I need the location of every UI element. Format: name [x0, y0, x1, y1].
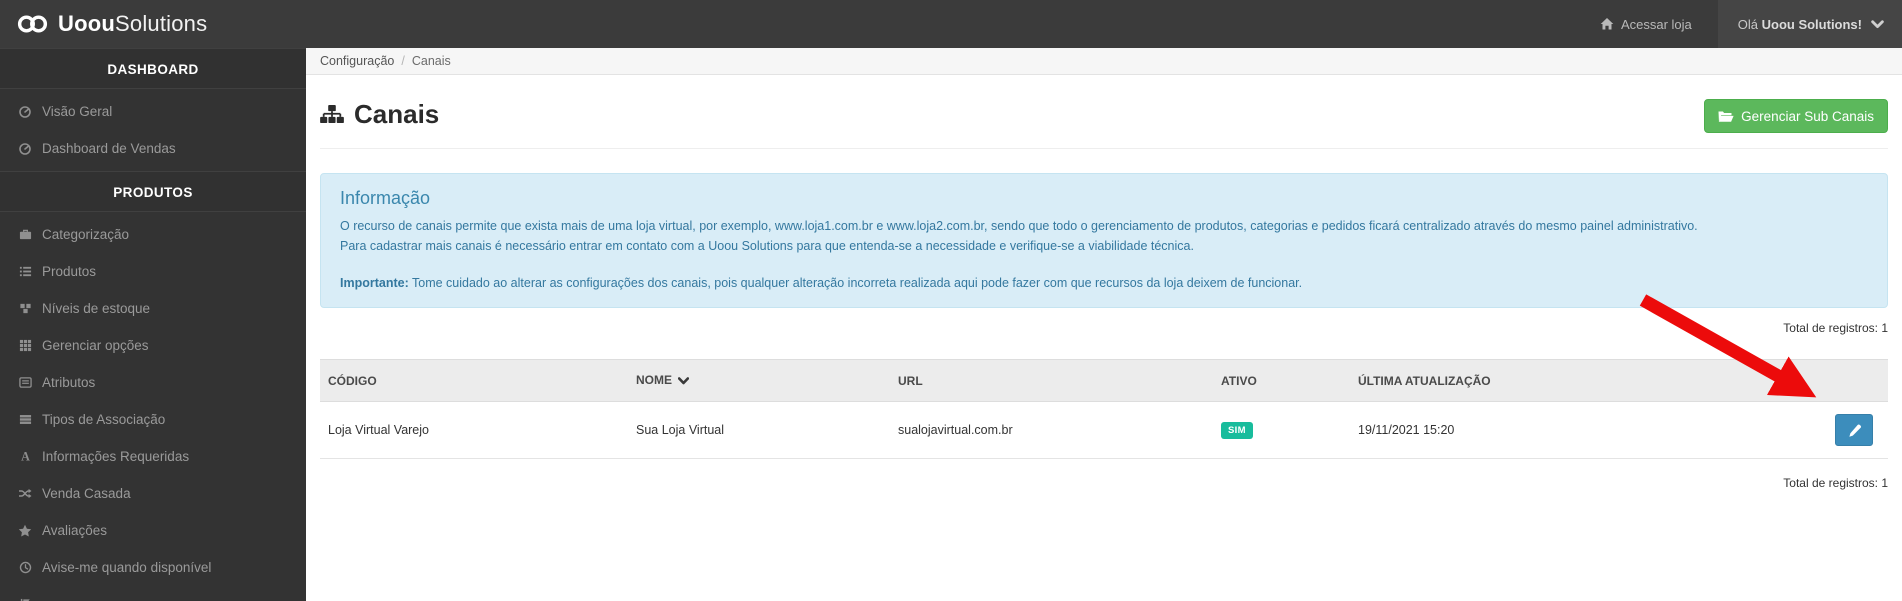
- sidebar-item-cropped[interactable]: [0, 586, 306, 601]
- sidebar-item-venda-casada[interactable]: Venda Casada: [0, 475, 306, 512]
- total-records-bottom: Total de registros: 1: [1783, 476, 1888, 490]
- table-row: Loja Virtual Varejo Sua Loja Virtual sua…: [320, 401, 1888, 459]
- column-header-codigo[interactable]: CÓDIGO: [320, 359, 628, 402]
- sidebar-item-dashboard-de-vendas[interactable]: Dashboard de Vendas: [0, 130, 306, 167]
- sidebar-section-dashboard: DASHBOARD: [0, 48, 306, 89]
- pencil-icon: [1847, 424, 1862, 441]
- sidebar-item-produtos[interactable]: Produtos: [0, 253, 306, 290]
- sidebar-item-informacoes-requeridas[interactable]: A Informações Requeridas: [0, 438, 306, 475]
- page-title: Canais: [320, 99, 439, 130]
- sort-desc-icon: [677, 374, 690, 388]
- access-store-label: Acessar loja: [1620, 16, 1692, 32]
- cubes-icon: [14, 302, 36, 315]
- column-header-ultima-atualizacao[interactable]: ÚLTIMA ATUALIZAÇÃO: [1350, 359, 1820, 402]
- cell-actions: [1820, 401, 1888, 459]
- sidebar-item-label: Atributos: [42, 375, 96, 390]
- sidebar-item-label: Visão Geral: [42, 104, 113, 119]
- folder-open-icon: [1718, 110, 1734, 123]
- sidebar-item-visao-geral[interactable]: Visão Geral: [0, 93, 306, 130]
- sidebar-item-label: Dashboard de Vendas: [42, 141, 176, 156]
- info-important: Importante: Tome cuidado ao alterar as c…: [340, 276, 1303, 290]
- column-header-nome[interactable]: NOME: [628, 359, 890, 402]
- brand-logo[interactable]: UoouSolutions: [0, 11, 207, 37]
- brand-text: UoouSolutions: [58, 11, 208, 36]
- clock-icon: [14, 561, 36, 574]
- sidebar-item-gerenciar-opcoes[interactable]: Gerenciar opções: [0, 327, 306, 364]
- sidebar-item-categorizacao[interactable]: Categorização: [0, 216, 306, 253]
- column-header-ativo[interactable]: ATIVO: [1213, 359, 1350, 402]
- cell-ativo: SIM: [1213, 401, 1350, 459]
- info-line-2: Para cadastrar mais canais é necessário …: [340, 239, 1194, 253]
- sidebar-item-tipos-de-associacao[interactable]: Tipos de Associação: [0, 401, 306, 438]
- rows-icon: [14, 413, 36, 426]
- edit-button[interactable]: [1835, 414, 1873, 446]
- grid-icon: [14, 339, 36, 352]
- sidebar-item-label: Níveis de estoque: [42, 301, 151, 316]
- sidebar-section-produtos: PRODUTOS: [0, 171, 306, 212]
- manage-subchannels-button[interactable]: Gerenciar Sub Canais: [1704, 99, 1888, 133]
- sidebar-item-label: Produtos: [42, 264, 97, 279]
- chain-rings-icon: [16, 13, 49, 35]
- info-title: Informação: [340, 188, 431, 208]
- sitemap-icon: [320, 105, 344, 124]
- column-header-url[interactable]: URL: [890, 359, 1213, 402]
- sidebar-item-label: Tipos de Associação: [42, 412, 166, 427]
- total-records-top: Total de registros: 1: [1783, 321, 1888, 335]
- main-area: Configuração / Canais Canais Gerenciar S…: [306, 48, 1902, 601]
- channels-table-header-row: CÓDIGO NOME URL ATIVO ÚLTIMA ATUALIZAÇÃO: [320, 359, 1888, 402]
- header-divider: [320, 148, 1888, 149]
- info-box: Informação O recurso de canais permite q…: [320, 173, 1888, 308]
- star-icon: [14, 524, 36, 538]
- breadcrumb: Configuração / Canais: [306, 48, 1902, 75]
- sidebar-item-atributos[interactable]: Atributos: [0, 364, 306, 401]
- cell-updated: 19/11/2021 15:20: [1350, 401, 1820, 459]
- sidebar-item-niveis-de-estoque[interactable]: Níveis de estoque: [0, 290, 306, 327]
- list-icon: [14, 265, 36, 278]
- breadcrumb-current: Canais: [411, 54, 451, 68]
- sidebar-item-label: Avise-me quando disponível: [42, 560, 212, 575]
- info-line-1: O recurso de canais permite que exista m…: [340, 219, 1698, 233]
- chevron-down-icon: [1871, 19, 1884, 29]
- breadcrumb-separator: /: [401, 54, 405, 68]
- status-badge: SIM: [1221, 421, 1253, 439]
- font-icon: A: [14, 450, 36, 463]
- topbar: UoouSolutions Acessar loja Olá Uoou Solu…: [0, 0, 1902, 48]
- cell-nome: Sua Loja Virtual: [628, 401, 890, 459]
- sidebar-item-avise-me-quando-disponivel[interactable]: Avise-me quando disponível: [0, 549, 306, 586]
- sidebar-item-label: Avaliações: [42, 523, 108, 538]
- breadcrumb-link[interactable]: Configuração: [320, 54, 394, 68]
- sidebar: DASHBOARD Visão Geral Dashboard de Vendas P…: [0, 48, 306, 601]
- home-icon: [1600, 17, 1614, 31]
- greeting-text: Olá Uoou Solutions!: [1737, 16, 1862, 32]
- cell-codigo: Loja Virtual Varejo: [320, 401, 628, 459]
- list-alt-icon: [14, 376, 36, 389]
- user-menu[interactable]: Olá Uoou Solutions!: [1717, 0, 1902, 48]
- cell-url: sualojavirtual.com.br: [890, 401, 1213, 459]
- sidebar-item-label: Informações Requeridas: [42, 449, 190, 464]
- gauge-icon: [14, 142, 36, 156]
- channels-table: CÓDIGO NOME URL ATIVO ÚLTIMA ATUALIZAÇÃO Loj…: [320, 359, 1888, 459]
- access-store-link[interactable]: Acessar loja: [1600, 17, 1692, 32]
- svg-text:A: A: [21, 450, 30, 463]
- sidebar-item-avaliacoes[interactable]: Avaliações: [0, 512, 306, 549]
- column-header-actions: [1820, 359, 1888, 402]
- sidebar-item-label: Gerenciar opções: [42, 338, 149, 353]
- shuffle-icon: [14, 487, 36, 501]
- gauge-icon: [14, 105, 36, 119]
- briefcase-icon: [14, 228, 36, 241]
- sidebar-item-label: Venda Casada: [42, 486, 131, 501]
- sidebar-item-label: Categorização: [42, 227, 130, 242]
